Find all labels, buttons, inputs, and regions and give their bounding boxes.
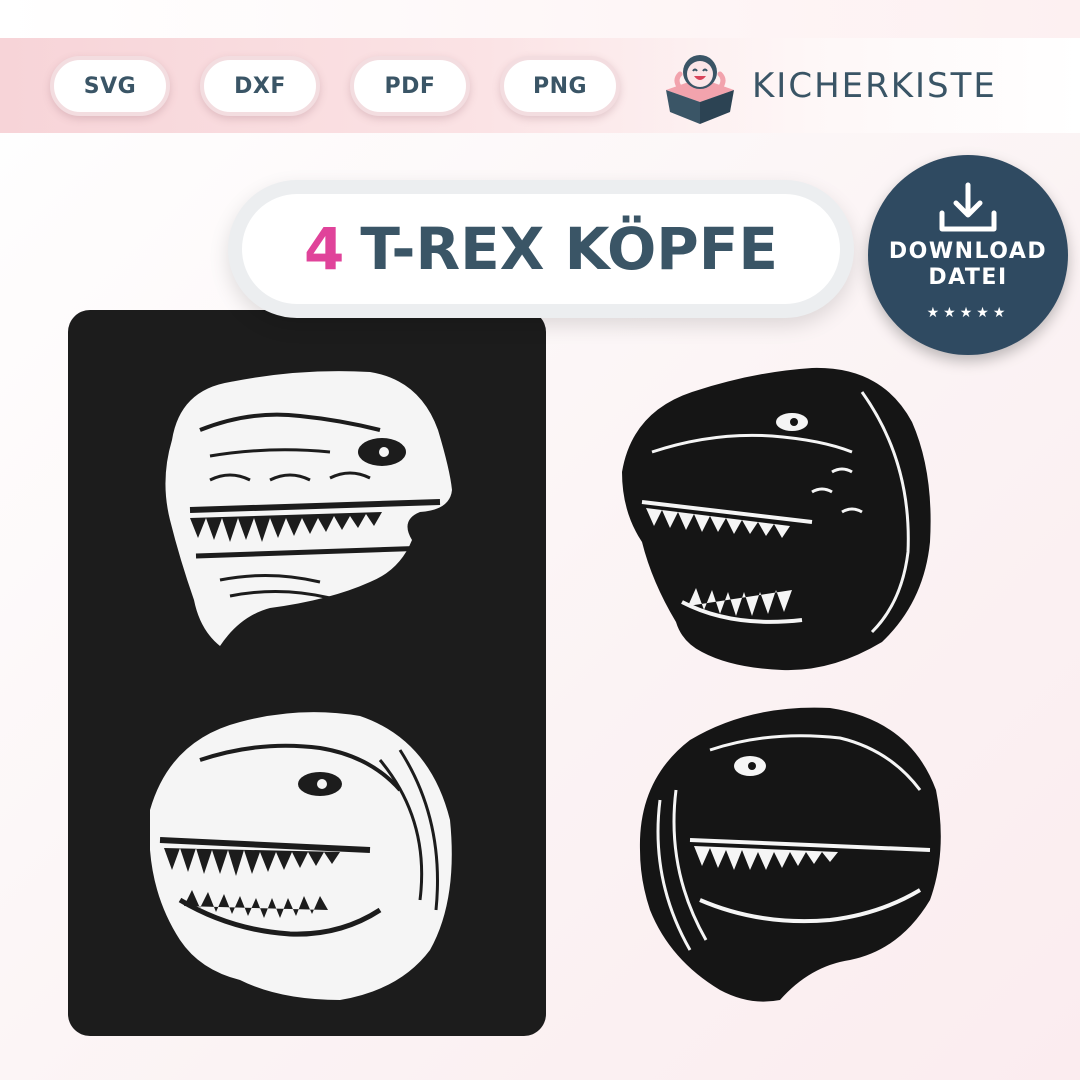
download-label: DOWNLOAD	[888, 239, 1048, 264]
download-badge: DOWNLOAD DATEI ★★★★★	[868, 155, 1068, 355]
trex-head-black-top	[622, 367, 931, 671]
title-text: T-REX KÖPFE	[360, 215, 779, 283]
format-label: SVG	[83, 73, 137, 99]
format-label: DXF	[234, 73, 286, 99]
download-icon	[939, 182, 997, 232]
top-background	[0, 0, 1080, 40]
brand-name: KICHERKISTE	[752, 66, 997, 106]
rating-stars: ★★★★★	[926, 305, 1010, 321]
format-badge-pdf: PDF	[350, 56, 470, 116]
trex-head-white-bottom	[150, 712, 452, 1000]
download-sublabel: DATEI	[928, 265, 1008, 290]
format-label: PNG	[532, 73, 588, 99]
trex-head-white-top	[165, 371, 453, 646]
brand-logo-group: KICHERKISTE	[660, 46, 1040, 126]
format-badge-svg: SVG	[50, 56, 170, 116]
format-label: PDF	[384, 73, 436, 99]
format-badge-dxf: DXF	[200, 56, 320, 116]
laughing-child-box-logo-icon	[666, 55, 734, 124]
format-badge-png: PNG	[500, 56, 620, 116]
trex-head-black-bottom	[639, 707, 941, 1002]
title-pill: 4 T-REX KÖPFE	[228, 180, 854, 318]
title-number: 4	[303, 215, 345, 283]
